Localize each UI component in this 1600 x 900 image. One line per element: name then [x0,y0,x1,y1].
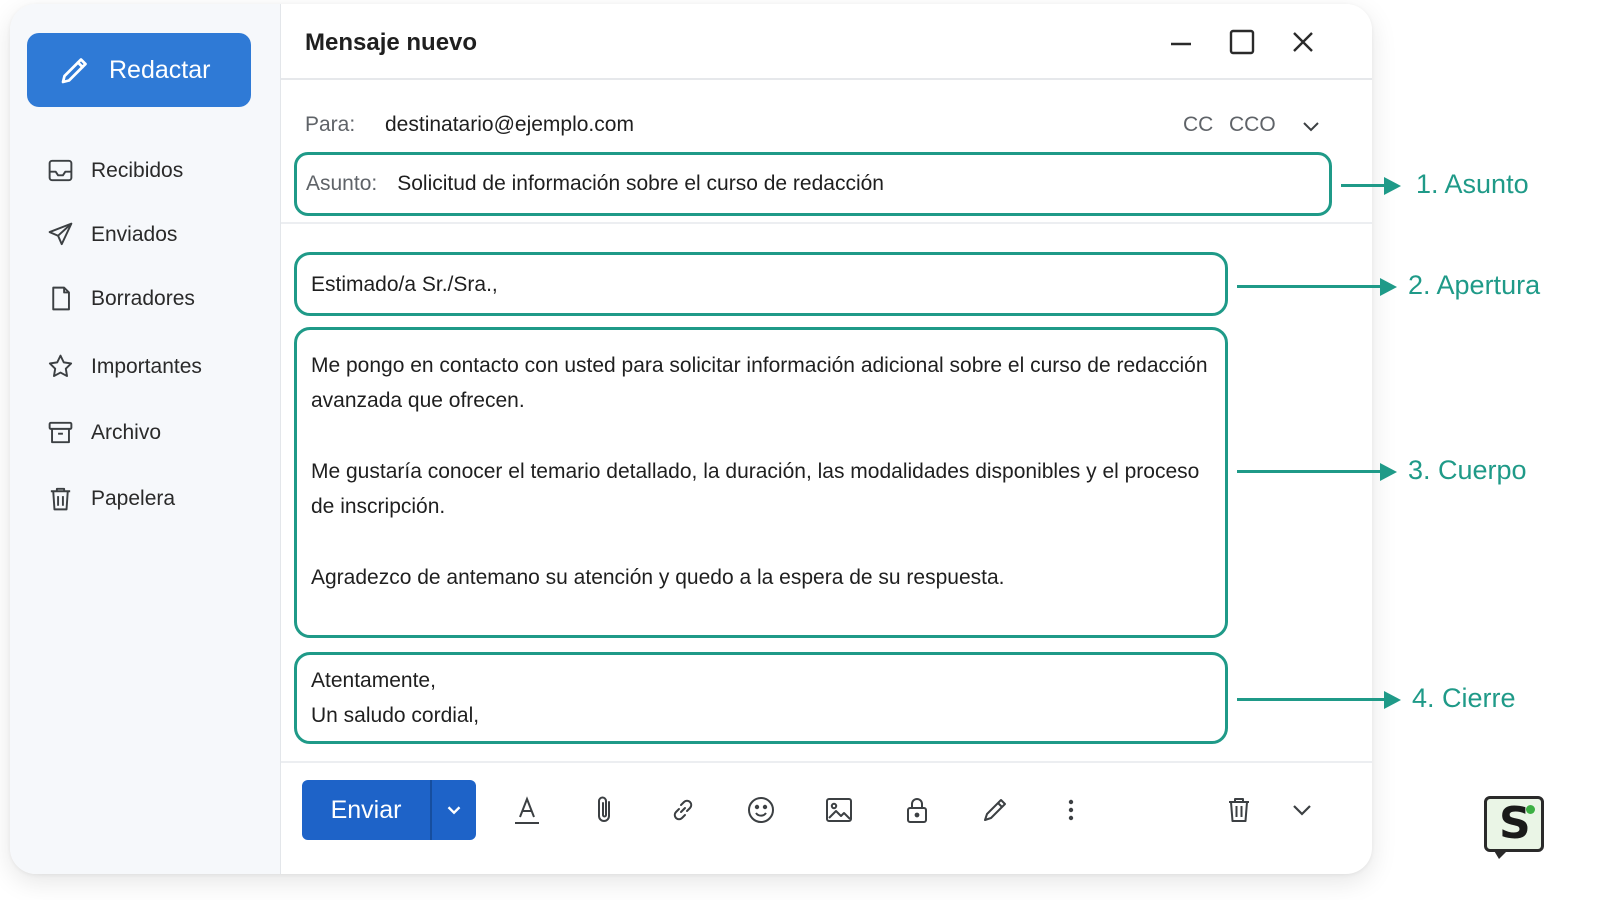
subject-field[interactable]: Asunto: Solicitud de información sobre e… [294,152,1332,216]
to-label: Para: [305,113,356,136]
minimize-icon [1171,42,1191,46]
pencil-icon [61,58,87,84]
discard-draft-button[interactable] [1221,792,1257,828]
annotation-label: 2. Apertura [1408,270,1541,300]
compose-label: Redactar [109,55,211,84]
emoji-icon [748,797,774,823]
body-paragraph: Agradezco de antemano su atención y qued… [311,566,1005,589]
annotation-line [1237,285,1380,288]
annotation-line [1341,184,1385,187]
greeting-text: Estimado/a Sr./Sra., [311,272,498,296]
insert-image-button[interactable] [821,792,857,828]
inbox-icon [48,159,73,182]
body-paragraph: Me pongo en contacto con usted para soli… [311,354,1208,412]
brand-logo: S [1484,796,1544,859]
archive-icon [48,421,73,444]
close-icon [1293,32,1313,52]
sidebar-item-important[interactable]: Importantes [46,352,202,381]
closing-line: Atentamente, [311,669,436,692]
draft-icon [52,286,70,311]
compose-header: Mensaje nuevo [281,4,1372,80]
star-icon [48,354,73,378]
body-section[interactable]: Me pongo en contacto con usted para soli… [294,327,1228,638]
formatting-button[interactable] [509,792,545,828]
arrowhead [1384,177,1401,195]
insert-link-button[interactable] [665,792,701,828]
annotation-label: 1. Asunto [1416,169,1529,199]
email-compose-window: Redactar Recibidos Enviados Borradores I… [10,4,1372,874]
toolbar-more-button[interactable] [1284,792,1320,828]
send-icon [48,222,73,246]
trash-icon [1229,798,1249,822]
more-options-button[interactable] [1053,792,1089,828]
sidebar-item-label: Recibidos [91,158,184,182]
sidebar-item-trash[interactable]: Papelera [46,484,175,513]
close-button[interactable] [1287,26,1319,58]
paperclip-icon [598,796,610,822]
divider [281,761,1372,763]
sidebar-item-label: Borradores [91,286,195,310]
emoji-button[interactable] [743,792,779,828]
attach-button[interactable] [587,792,623,828]
cc-button[interactable]: CC [1183,113,1213,137]
annotation-line [1237,470,1380,473]
send-options-button[interactable] [432,780,476,840]
sidebar-item-label: Papelera [91,486,176,510]
signature-button[interactable] [977,792,1013,828]
sidebar-item-drafts[interactable]: Borradores [46,284,195,313]
trash-icon [50,487,71,511]
chevron-down-icon[interactable] [1299,114,1323,138]
minimize-button[interactable] [1165,26,1197,58]
to-field[interactable]: destinatario@ejemplo.com [385,113,634,137]
subject-label: Asunto: [306,172,378,195]
annotation-label: 4. Cierre [1412,683,1516,713]
arrowhead [1380,463,1397,481]
pencil-icon [984,799,1006,821]
sidebar-item-inbox[interactable]: Recibidos [46,156,183,185]
lock-icon [907,798,927,823]
sidebar-item-archive[interactable]: Archivo [46,418,161,447]
text-format-icon [515,796,539,824]
sidebar-item-label: Importantes [91,354,202,378]
confidential-mode-button[interactable] [899,792,935,828]
bcc-button[interactable]: CCO [1229,113,1276,137]
closing-line: Un saludo cordial, [311,704,480,727]
link-icon [673,799,693,821]
divider [281,222,1372,224]
arrowhead [1384,691,1401,709]
closing-section[interactable]: Atentamente, Un saludo cordial, [294,652,1228,744]
chevron-down-icon [447,806,461,815]
compose-title: Mensaje nuevo [305,29,478,56]
compose-button[interactable]: Redactar [27,33,251,107]
send-button[interactable]: Enviar [302,780,430,840]
maximize-button[interactable] [1226,26,1258,58]
sidebar-item-label: Enviados [91,222,178,246]
maximize-icon [1229,29,1255,55]
subject-value: Solicitud de información sobre el curso … [397,172,884,195]
sidebar: Redactar Recibidos Enviados Borradores I… [10,4,281,874]
arrowhead [1380,278,1397,296]
annotation-label: 3. Cuerpo [1408,455,1527,485]
sidebar-item-label: Archivo [91,420,162,444]
more-vert-icon [1068,799,1074,821]
compose-pane: Mensaje nuevo Para: destinatario@ejemplo… [281,4,1372,874]
greeting-section[interactable]: Estimado/a Sr./Sra., [294,252,1228,316]
body-paragraph: Me gustaría conocer el temario detallado… [311,460,1200,518]
send-button-group: Enviar [302,780,476,840]
chevron-down-icon [1293,805,1311,816]
sidebar-item-sent[interactable]: Enviados [46,220,177,249]
annotation-line [1237,698,1385,701]
image-icon [826,798,852,822]
